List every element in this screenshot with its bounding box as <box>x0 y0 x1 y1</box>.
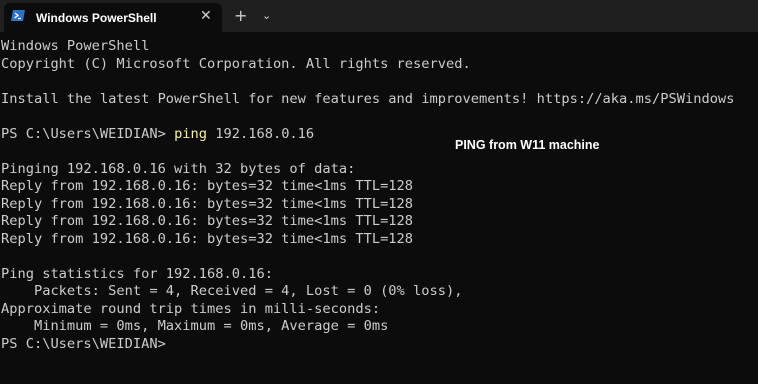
title-bar: Windows PowerShell ✕ + ⌄ <box>0 0 758 32</box>
terminal-output[interactable]: Windows PowerShell Copyright (C) Microso… <box>0 38 758 384</box>
terminal-line: Copyright (C) Microsoft Corporation. All… <box>1 55 471 72</box>
command: ping <box>174 125 208 142</box>
terminal-line: Packets: Sent = 4, Received = 4, Lost = … <box>1 283 463 299</box>
terminal-line: Windows PowerShell <box>1 38 150 54</box>
terminal-line: Reply from 192.168.0.16: bytes=32 time<1… <box>1 230 414 247</box>
powershell-icon <box>11 10 25 21</box>
terminal-line: Reply from 192.168.0.16: bytes=32 time<1… <box>1 213 414 229</box>
chevron-down-icon[interactable]: ⌄ <box>262 9 271 22</box>
tab-title: Windows PowerShell <box>36 11 157 25</box>
terminal-line: Reply from 192.168.0.16: bytes=32 time<1… <box>1 195 414 212</box>
terminal-line: Pinging 192.168.0.16 with 32 bytes of da… <box>1 160 356 177</box>
terminal-line: Reply from 192.168.0.16: bytes=32 time<1… <box>1 178 414 194</box>
terminal-line: Install the latest PowerShell for new fe… <box>1 90 735 107</box>
command-args: 192.168.0.16 <box>207 125 315 142</box>
terminal-line: Approximate round trip times in milli-se… <box>1 300 381 317</box>
terminal-line: PS C:\Users\WEIDIAN> <box>1 335 166 352</box>
new-tab-button[interactable]: + <box>234 6 247 26</box>
prompt-line: PS C:\Users\WEIDIAN> ping 192.168.0.16 <box>1 126 314 144</box>
terminal-line: Minimum = 0ms, Maximum = 0ms, Average = … <box>1 318 389 334</box>
tab-windows-powershell[interactable]: Windows PowerShell ✕ <box>4 3 222 32</box>
terminal-line: Ping statistics for 192.168.0.16: <box>1 265 273 282</box>
prompt: PS C:\Users\WEIDIAN> <box>1 125 175 142</box>
close-icon[interactable]: ✕ <box>200 7 212 25</box>
annotation-label: PING from W11 machine <box>455 138 600 152</box>
